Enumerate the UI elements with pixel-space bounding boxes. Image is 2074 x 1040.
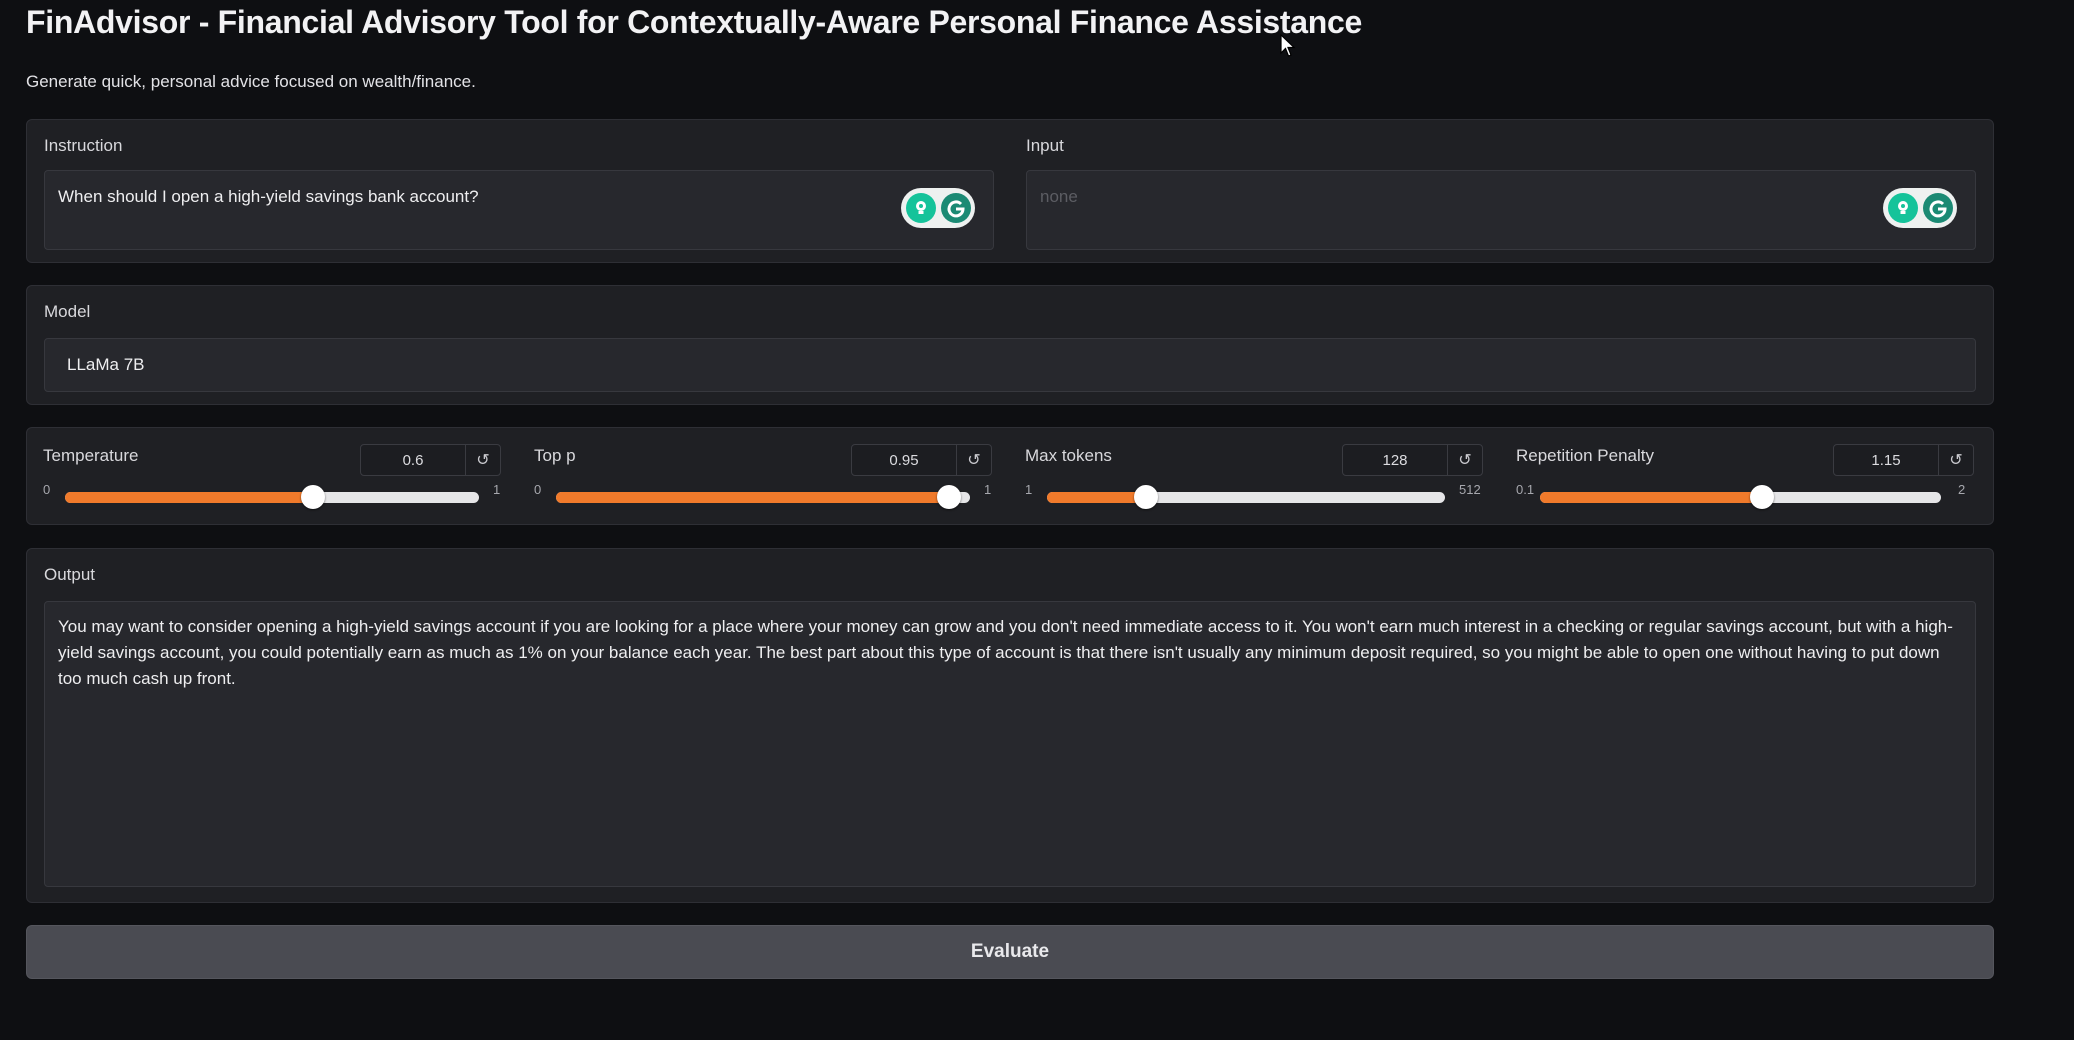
- top-p-slider-thumb[interactable]: [937, 485, 962, 509]
- max-tokens-slider-thumb[interactable]: [1133, 485, 1158, 509]
- top-p-value: 0.95: [852, 445, 957, 475]
- max-tokens-max: 512: [1459, 482, 1481, 497]
- mouse-cursor-icon: [1280, 34, 1296, 57]
- top-p-slider-group: Top p 0.95 ↺ 0 1: [518, 428, 1009, 524]
- repetition-penalty-value: 1.15: [1834, 445, 1939, 475]
- top-p-slider-fill: [556, 492, 950, 503]
- max-tokens-slider[interactable]: [1047, 485, 1445, 509]
- reset-icon[interactable]: ↺: [957, 445, 991, 475]
- temperature-max: 1: [493, 482, 501, 497]
- model-panel: Model LLaMa 7B: [26, 285, 1994, 405]
- max-tokens-number-input[interactable]: 128 ↺: [1342, 444, 1483, 476]
- output-field[interactable]: You may want to consider opening a high-…: [44, 601, 1976, 887]
- reset-icon[interactable]: ↺: [1939, 445, 1973, 475]
- max-tokens-min: 1: [1025, 482, 1033, 497]
- repetition-penalty-slider[interactable]: [1540, 485, 1941, 509]
- repetition-penalty-label: Repetition Penalty: [1516, 446, 1654, 465]
- top-p-slider[interactable]: [556, 485, 970, 509]
- repetition-penalty-slider-thumb[interactable]: [1749, 485, 1774, 509]
- repetition-penalty-slider-group: Repetition Penalty 1.15 ↺ 0.1 2: [1500, 428, 1991, 524]
- lightbulb-icon: [1887, 193, 1918, 223]
- model-field[interactable]: LLaMa 7B: [44, 338, 1976, 392]
- reset-icon[interactable]: ↺: [466, 445, 500, 475]
- temperature-value: 0.6: [361, 445, 466, 475]
- temperature-slider-thumb[interactable]: [301, 485, 326, 509]
- grammarly-icon[interactable]: [901, 188, 975, 228]
- grammarly-g-icon: [940, 193, 971, 223]
- max-tokens-slider-fill: [1047, 492, 1146, 503]
- max-tokens-label: Max tokens: [1025, 446, 1112, 465]
- grammarly-icon[interactable]: [1883, 188, 1957, 228]
- input-placeholder: none: [1040, 187, 1078, 206]
- repetition-penalty-max: 2: [1958, 482, 1966, 497]
- repetition-penalty-slider-fill: [1540, 492, 1762, 503]
- temperature-slider-group: Temperature 0.6 ↺ 0 1: [27, 428, 518, 524]
- temperature-min: 0: [43, 482, 51, 497]
- top-p-label: Top p: [534, 446, 576, 465]
- reset-icon[interactable]: ↺: [1448, 445, 1482, 475]
- temperature-number-input[interactable]: 0.6 ↺: [360, 444, 501, 476]
- output-label: Output: [44, 565, 96, 584]
- instruction-label: Instruction: [44, 136, 123, 155]
- temperature-slider-fill: [65, 492, 314, 503]
- output-panel: Output You may want to consider opening …: [26, 548, 1994, 903]
- input-field[interactable]: none: [1026, 170, 1976, 250]
- temperature-label: Temperature: [43, 446, 139, 465]
- model-value: LLaMa 7B: [67, 355, 145, 374]
- top-p-min: 0: [534, 482, 542, 497]
- input-label: Input: [1026, 136, 1064, 155]
- max-tokens-value: 128: [1343, 445, 1448, 475]
- repetition-penalty-min: 0.1: [1516, 482, 1535, 497]
- grammarly-g-icon: [1922, 193, 1953, 223]
- parameters-panel: Temperature 0.6 ↺ 0 1 Top p 0.95 ↺ 0 1 M…: [26, 427, 1994, 525]
- top-p-max: 1: [984, 482, 992, 497]
- instruction-field[interactable]: When should I open a high-yield savings …: [44, 170, 994, 250]
- evaluate-button[interactable]: Evaluate: [26, 925, 1994, 979]
- page-subtitle: Generate quick, personal advice focused …: [26, 72, 476, 91]
- repetition-penalty-number-input[interactable]: 1.15 ↺: [1833, 444, 1974, 476]
- model-label: Model: [44, 302, 91, 321]
- lightbulb-icon: [905, 193, 936, 223]
- finadvisor-app: FinAdvisor - Financial Advisory Tool for…: [0, 0, 2074, 1040]
- temperature-slider[interactable]: [65, 485, 479, 509]
- page-title: FinAdvisor - Financial Advisory Tool for…: [26, 4, 1363, 40]
- max-tokens-slider-group: Max tokens 128 ↺ 1 512: [1009, 428, 1500, 524]
- instruction-value: When should I open a high-yield savings …: [58, 187, 479, 206]
- top-p-number-input[interactable]: 0.95 ↺: [851, 444, 992, 476]
- prompt-panel: Instruction When should I open a high-yi…: [26, 119, 1994, 263]
